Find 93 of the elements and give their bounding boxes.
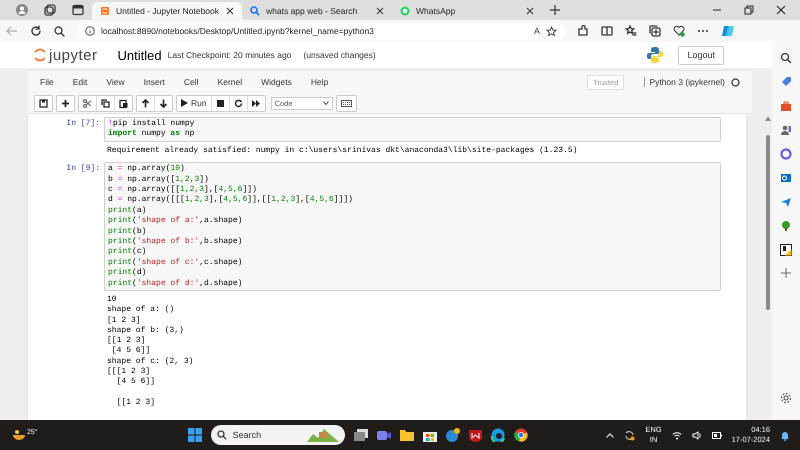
start-icon[interactable] xyxy=(188,428,202,442)
code-line: print(c) xyxy=(108,247,148,258)
code-line: b = np.array([1,2,3]) xyxy=(108,174,210,185)
browser-icon[interactable] xyxy=(490,428,505,442)
battery-icon[interactable] xyxy=(712,432,722,438)
menu-item[interactable]: File xyxy=(40,77,65,87)
logout-button[interactable]: Logout xyxy=(678,46,724,64)
heart-icon[interactable] xyxy=(673,25,685,37)
workspaces-icon[interactable] xyxy=(44,4,56,16)
app-icon[interactable] xyxy=(780,244,792,256)
cell-output: 10 shape of a: () [1 2 3] shape of b: (3,) [[1 2 3] [4 5 6]] shape of c: (2, 3) [[[1 2 3] [4 5 6]] [[1 2 3] xyxy=(107,294,194,408)
code-line: print('shape of c:',c.shape) xyxy=(108,258,244,268)
tag-icon[interactable] xyxy=(780,76,792,88)
notebook-favicon xyxy=(100,6,110,16)
toolbox-icon[interactable] xyxy=(780,100,792,112)
globe-icon[interactable] xyxy=(446,428,460,442)
code-line: import numpy as np xyxy=(108,129,196,140)
play-icon xyxy=(181,99,188,107)
code-line: print('shape of a:',a.shape) xyxy=(108,216,244,227)
code-line: !pip install numpy xyxy=(108,119,196,129)
bell-icon[interactable] xyxy=(780,430,790,440)
info-icon xyxy=(85,26,95,36)
settings-icon[interactable] xyxy=(780,392,792,404)
code-line: c = np.array([[1,2,3],[4,5,6]]) xyxy=(108,184,258,195)
close-icon[interactable] xyxy=(226,7,234,15)
menu-item[interactable]: Widgets xyxy=(261,77,303,87)
close-icon[interactable] xyxy=(776,5,786,15)
mail-icon[interactable] xyxy=(780,172,792,184)
taskbar-search-field[interactable]: Search xyxy=(210,425,345,445)
volume-icon[interactable] xyxy=(692,430,702,440)
input-prompt: In [9]: xyxy=(65,163,101,176)
scroll-up-icon[interactable] xyxy=(765,116,771,121)
notebook-name[interactable]: Untitled xyxy=(118,48,162,62)
collections-icon[interactable] xyxy=(649,25,661,37)
menu-item[interactable]: Help xyxy=(310,77,340,87)
sync-icon[interactable] xyxy=(624,430,636,440)
tab-actions-icon[interactable] xyxy=(72,4,84,16)
profile-icon[interactable] xyxy=(16,4,28,16)
kernel-idle-icon xyxy=(731,78,740,86)
plus-icon[interactable] xyxy=(550,5,560,15)
scenery-icon xyxy=(306,428,339,442)
restore-icon[interactable] xyxy=(744,5,754,15)
split-screen-icon[interactable] xyxy=(601,25,613,37)
code-line: print('shape of b:',b.shape) xyxy=(108,236,244,247)
jupyter-logo[interactable]: jupyter xyxy=(34,46,98,64)
python-logo-icon xyxy=(646,46,664,64)
code-line: d = np.array([[[1,2,3],[4,5,6]],[[1,2,3],[4,5,6]]]) xyxy=(108,195,354,206)
paper-plane-icon[interactable] xyxy=(780,196,792,208)
close-icon[interactable] xyxy=(526,7,534,15)
code-line: print('shape of d:',d.shape) xyxy=(108,278,244,289)
chevron-up-icon[interactable] xyxy=(606,432,614,438)
search-favicon xyxy=(250,6,260,16)
menu-item[interactable]: Cell xyxy=(184,77,210,87)
reload-icon[interactable] xyxy=(30,25,42,37)
shield-icon[interactable] xyxy=(468,428,482,442)
weather-icon xyxy=(12,429,26,441)
address-bar[interactable]: localhost:8890/notebooks/Desktop/Untitled.ipynb?kernel_name=python3 A xyxy=(77,22,565,40)
menu-item[interactable]: View xyxy=(106,77,136,87)
wifi-icon[interactable] xyxy=(672,430,682,440)
tree-icon[interactable] xyxy=(780,220,792,232)
checkpoint-text: Last Checkpoint: 20 minutes ago xyxy=(168,50,292,60)
menu-item[interactable]: Kernel xyxy=(218,77,254,87)
favorites-icon[interactable] xyxy=(625,25,637,37)
folder-icon[interactable] xyxy=(400,429,414,441)
search-icon[interactable] xyxy=(54,26,65,36)
code-line: print(b) xyxy=(108,226,148,237)
close-icon[interactable] xyxy=(376,7,384,15)
cell-output: Requirement already satisfied: numpy in c:\users\srinivas dkt\anaconda3\lib\site-packages (1.23.5) xyxy=(107,146,578,156)
input-prompt: In [7]: xyxy=(65,118,101,130)
copilot-icon[interactable] xyxy=(721,24,735,38)
logo-arcs-icon xyxy=(34,47,46,63)
search-icon xyxy=(216,430,227,440)
star-icon[interactable] xyxy=(546,26,557,36)
code-line: a = np.array(10) xyxy=(108,164,186,175)
code-editor[interactable]: !pip install numpy import numpy as np xyxy=(104,117,721,142)
circle-icon[interactable] xyxy=(780,148,792,160)
task-view-icon[interactable] xyxy=(354,429,368,441)
search-icon[interactable] xyxy=(780,52,792,64)
person-icon[interactable] xyxy=(780,124,792,136)
code-line: print(a) xyxy=(108,206,148,216)
browser-tab[interactable]: Untitled - Jupyter Notebook xyxy=(92,2,242,20)
kernel-name[interactable]: Python 3 (ipykernel) xyxy=(644,77,725,87)
chat-favicon xyxy=(400,6,410,16)
video-call-icon[interactable] xyxy=(376,429,391,441)
read-aloud-button[interactable]: A xyxy=(534,26,540,36)
scrollbar-thumb[interactable] xyxy=(766,135,770,310)
menu-item[interactable]: Edit xyxy=(72,77,98,87)
menu-item[interactable]: Insert xyxy=(144,77,176,87)
save-status: (unsaved changes) xyxy=(303,50,376,60)
code-line: print(d) xyxy=(108,268,148,279)
chrome-icon[interactable] xyxy=(514,428,528,442)
chevron-down-icon xyxy=(322,101,329,105)
extensions-icon[interactable] xyxy=(577,25,589,37)
